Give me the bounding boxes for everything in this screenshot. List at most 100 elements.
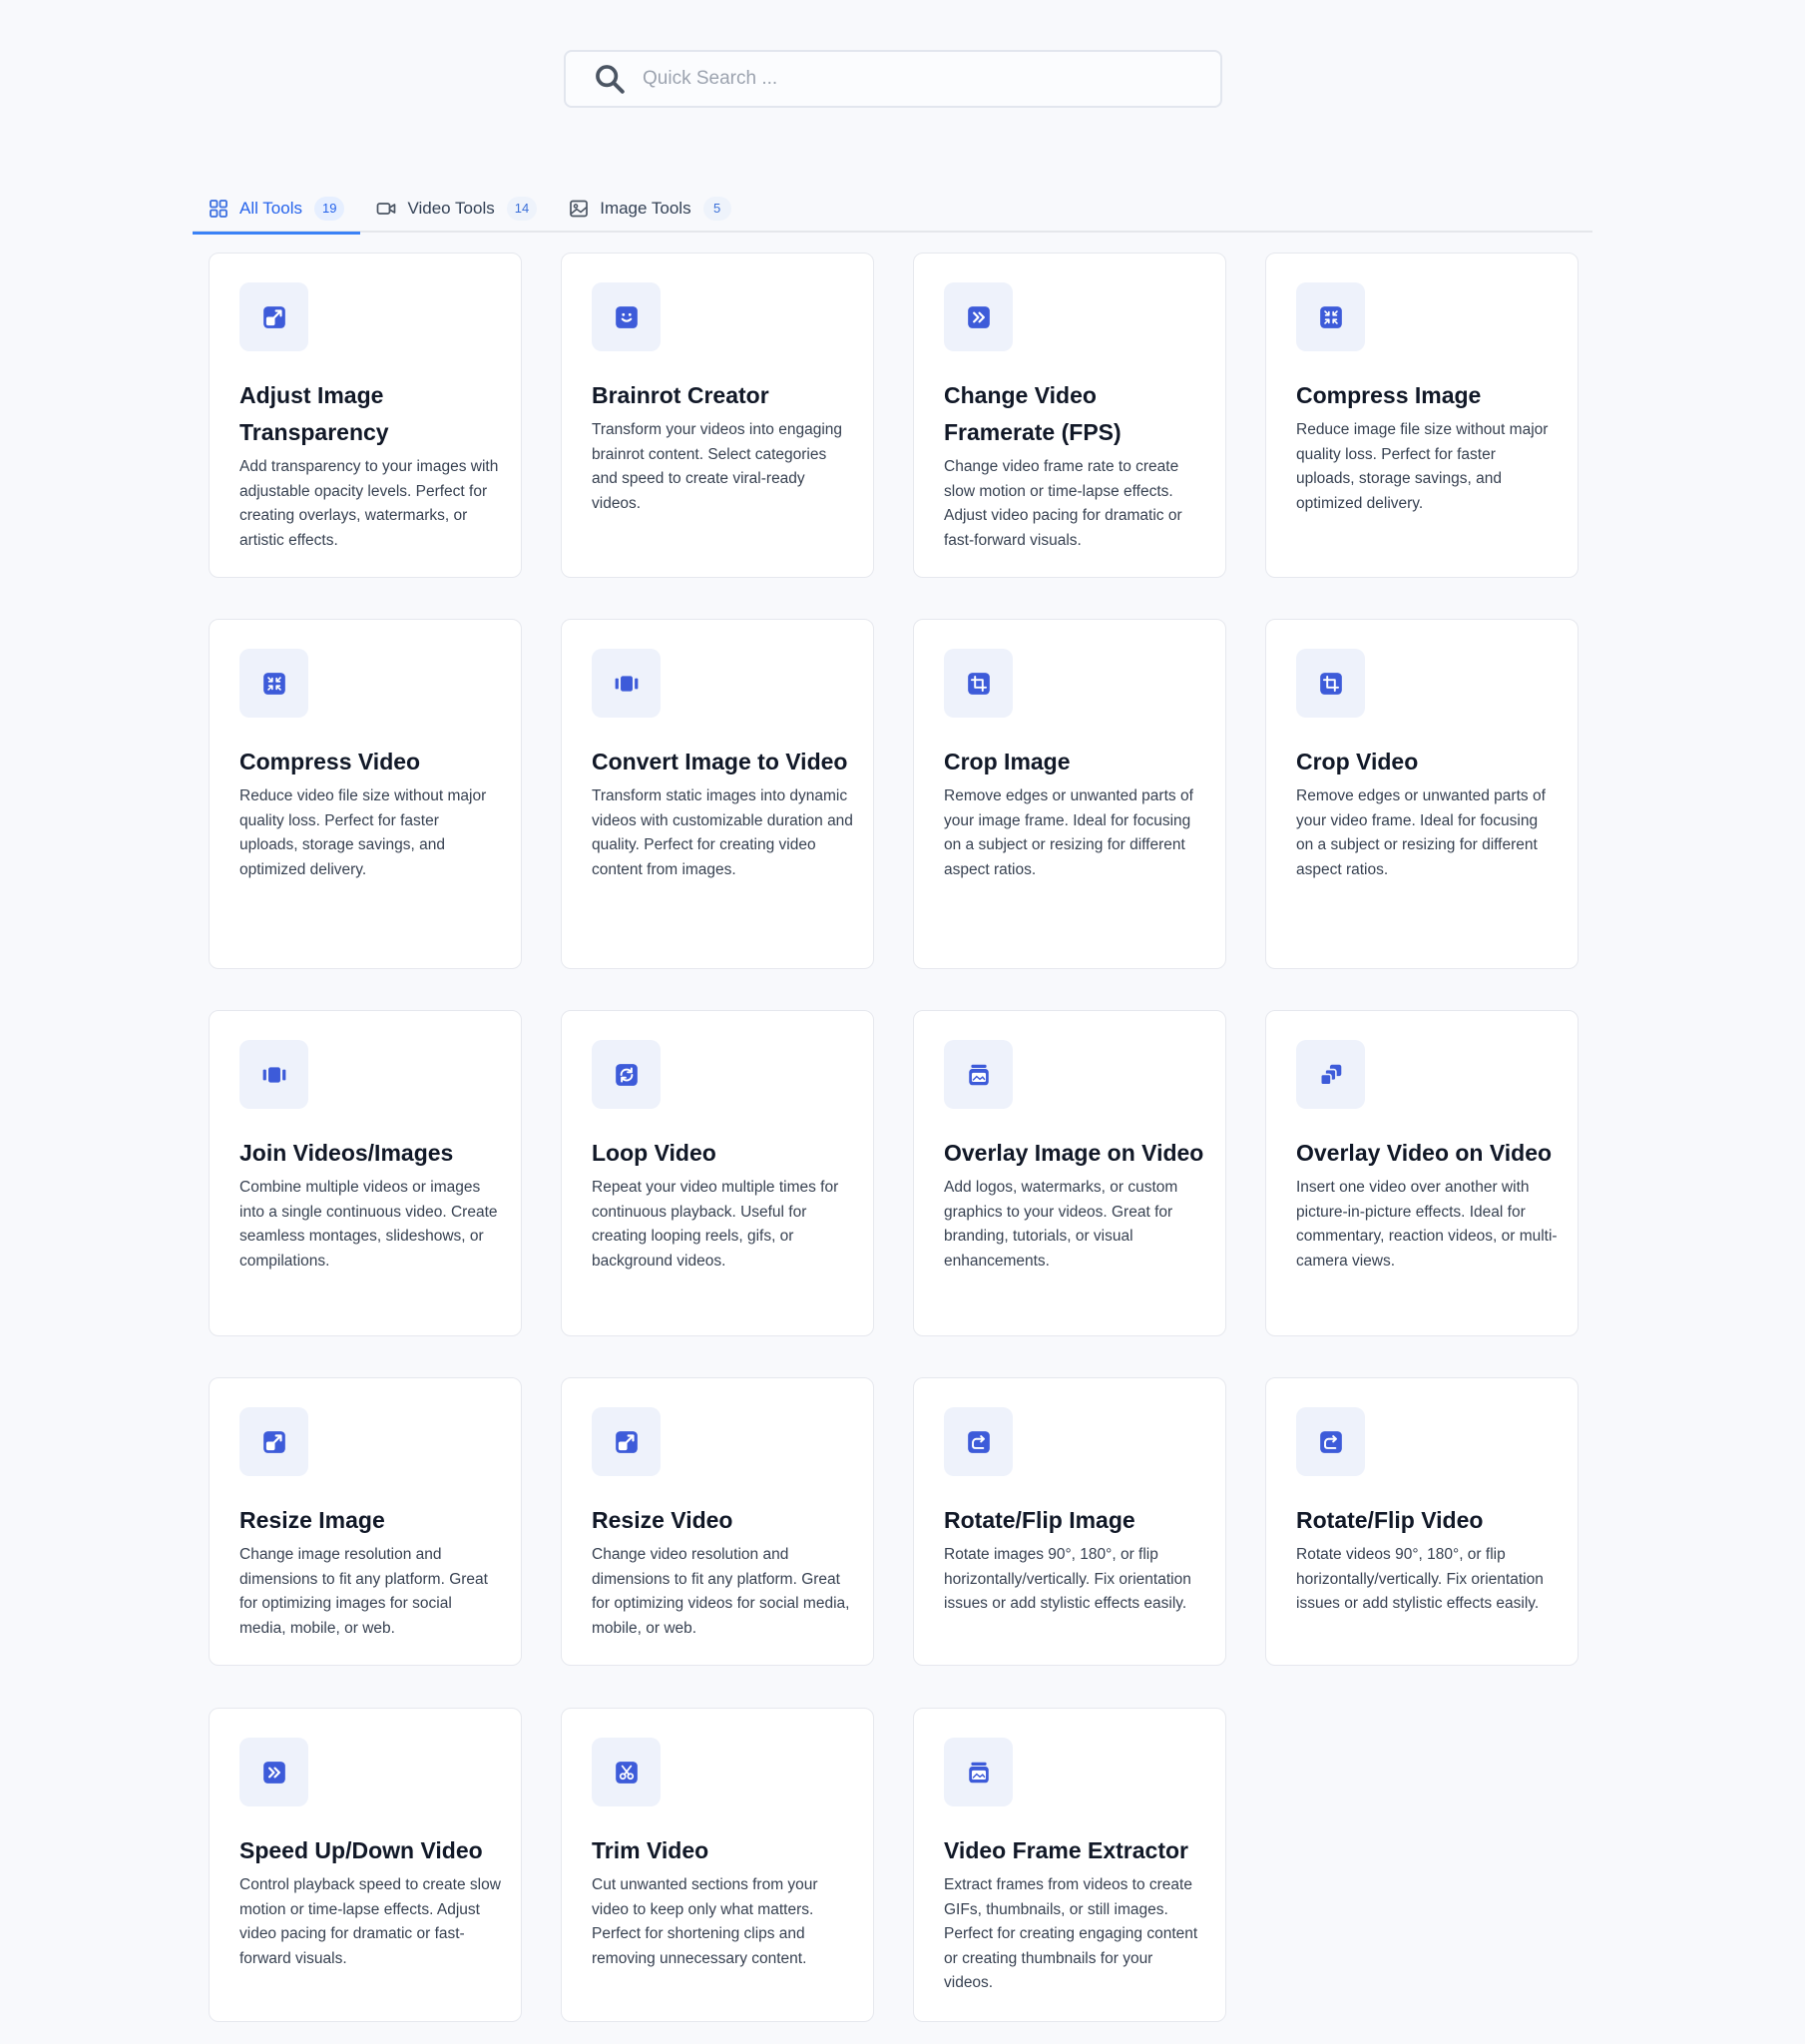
tool-card[interactable]: Crop Video Remove edges or unwanted part… xyxy=(1265,619,1579,969)
tool-title-block: Speed Up/Down Video Control playback spe… xyxy=(239,1832,509,1971)
tool-card[interactable]: Convert Image to Video Transform static … xyxy=(561,619,874,969)
tool-icon-box xyxy=(944,1407,1013,1476)
tool-title-block: Compress Video Reduce video file size wi… xyxy=(239,744,509,882)
tool-title: Brainrot Creator xyxy=(592,382,769,408)
tool-title-block: Trim Video Cut unwanted sections from yo… xyxy=(592,1832,861,1971)
tool-card[interactable]: Crop Image Remove edges or unwanted part… xyxy=(913,619,1226,969)
tool-card[interactable]: Trim Video Cut unwanted sections from yo… xyxy=(561,1708,874,2022)
grid-icon xyxy=(210,199,227,218)
tab-count-badge: 5 xyxy=(702,196,731,221)
tool-card[interactable]: Overlay Video on Video Insert one video … xyxy=(1265,1010,1579,1336)
tool-card[interactable]: Compress Video Reduce video file size wi… xyxy=(209,619,522,969)
tool-description: Change image resolution and dimensions t… xyxy=(239,1546,488,1637)
tool-description: Add logos, watermarks, or custom graphic… xyxy=(944,1179,1178,1270)
rotate-icon xyxy=(1319,1430,1342,1453)
tool-icon-box xyxy=(1296,649,1365,718)
tool-description: Extract frames from videos to create GIF… xyxy=(944,1876,1198,1991)
tool-card[interactable]: Resize Image Change image resolution and… xyxy=(209,1377,522,1666)
search-icon xyxy=(596,65,625,94)
fast-forward-icon xyxy=(967,305,990,328)
tool-card[interactable]: Rotate/Flip Video Rotate videos 90°, 180… xyxy=(1265,1377,1579,1666)
resize-arrow-icon xyxy=(262,1430,285,1453)
tool-icon-box xyxy=(592,1040,661,1109)
film-strip-icon xyxy=(615,675,638,692)
tool-title-block: Loop Video Repeat your video multiple ti… xyxy=(592,1135,861,1274)
tool-title: Crop Image xyxy=(944,749,1071,774)
crop-icon xyxy=(1319,672,1342,695)
tab-video-tools[interactable]: Video Tools 14 xyxy=(360,190,553,233)
tool-description: Change video resolution and dimensions t… xyxy=(592,1546,850,1637)
tool-icon-box xyxy=(1296,1040,1365,1109)
tool-card[interactable]: Brainrot Creator Transform your videos i… xyxy=(561,253,874,578)
tool-title-block: Rotate/Flip Video Rotate videos 90°, 180… xyxy=(1296,1502,1566,1617)
tool-title: Rotate/Flip Image xyxy=(944,1507,1135,1533)
tool-description: Cut unwanted sections from your video to… xyxy=(592,1876,818,1967)
loop-icon xyxy=(615,1063,638,1086)
tool-title-block: Convert Image to Video Transform static … xyxy=(592,744,861,882)
search-input[interactable] xyxy=(643,59,1201,99)
tool-card[interactable]: Compress Image Reduce image file size wi… xyxy=(1265,253,1579,578)
tool-category-tabs: All Tools 19 Video Tools 14 Image Tools … xyxy=(193,190,1592,235)
tool-icon-box xyxy=(592,1738,661,1806)
tool-icon-box xyxy=(1296,282,1365,351)
tool-title: Adjust Image Transparency xyxy=(239,382,389,445)
tab-image-tools[interactable]: Image Tools 5 xyxy=(553,190,746,233)
tool-title: Crop Video xyxy=(1296,749,1419,774)
rotate-icon xyxy=(967,1430,990,1453)
tool-icon-box xyxy=(239,649,308,718)
tool-description: Insert one video over another with pictu… xyxy=(1296,1179,1558,1270)
tool-icon-box xyxy=(592,1407,661,1476)
tab-label: All Tools xyxy=(239,198,302,218)
tool-title: Resize Video xyxy=(592,1507,733,1533)
tool-card[interactable]: Resize Video Change video resolution and… xyxy=(561,1377,874,1666)
tool-title-block: Crop Video Remove edges or unwanted part… xyxy=(1296,744,1566,882)
tool-card[interactable]: Speed Up/Down Video Control playback spe… xyxy=(209,1708,522,2022)
tool-title-block: Overlay Image on Video Add logos, waterm… xyxy=(944,1135,1213,1274)
tool-title-block: Join Videos/Images Combine multiple vide… xyxy=(239,1135,509,1274)
tool-title-block: Overlay Video on Video Insert one video … xyxy=(1296,1135,1566,1274)
tool-title: Trim Video xyxy=(592,1837,709,1863)
tool-description: Control playback speed to create slow mo… xyxy=(239,1876,501,1967)
tool-icon-box xyxy=(944,1040,1013,1109)
layers-icon xyxy=(968,1064,989,1085)
tool-icon-box xyxy=(239,1407,308,1476)
tool-description: Remove edges or unwanted parts of your v… xyxy=(1296,787,1546,878)
tool-description: Change video frame rate to create slow m… xyxy=(944,458,1182,549)
tool-title: Overlay Image on Video xyxy=(944,1140,1204,1166)
image-icon xyxy=(570,200,589,217)
tool-title-block: Video Frame Extractor Extract frames fro… xyxy=(944,1832,1213,1996)
tool-title-block: Compress Image Reduce image file size wi… xyxy=(1296,377,1566,516)
tool-icon-box xyxy=(944,1738,1013,1806)
tab-label: Video Tools xyxy=(407,198,495,218)
tool-description: Reduce image file size without major qua… xyxy=(1296,421,1549,512)
tool-icon-box xyxy=(592,649,661,718)
tool-card[interactable]: Adjust Image Transparency Add transparen… xyxy=(209,253,522,578)
tool-title: Overlay Video on Video xyxy=(1296,1140,1553,1166)
tool-title: Resize Image xyxy=(239,1507,385,1533)
tool-card[interactable]: Rotate/Flip Image Rotate images 90°, 180… xyxy=(913,1377,1226,1666)
tool-card[interactable]: Video Frame Extractor Extract frames fro… xyxy=(913,1708,1226,2022)
quick-search-box[interactable] xyxy=(564,50,1222,108)
tool-card[interactable]: Change Video Framerate (FPS) Change vide… xyxy=(913,253,1226,578)
tool-description: Combine multiple videos or images into a… xyxy=(239,1179,498,1270)
tool-title-block: Adjust Image Transparency Add transparen… xyxy=(239,377,509,553)
tool-description: Add transparency to your images with adj… xyxy=(239,458,499,549)
tool-title: Convert Image to Video xyxy=(592,749,848,774)
tool-title: Compress Video xyxy=(239,749,421,774)
film-strip-icon xyxy=(262,1066,285,1083)
layers-icon xyxy=(968,1762,989,1783)
tool-card[interactable]: Join Videos/Images Combine multiple vide… xyxy=(209,1010,522,1336)
tool-title: Video Frame Extractor xyxy=(944,1837,1189,1863)
resize-arrow-icon xyxy=(262,305,285,328)
tool-icon-box xyxy=(1296,1407,1365,1476)
tool-description: Remove edges or unwanted parts of your i… xyxy=(944,787,1193,878)
tool-card[interactable]: Loop Video Repeat your video multiple ti… xyxy=(561,1010,874,1336)
tool-title: Speed Up/Down Video xyxy=(239,1837,483,1863)
smile-icon xyxy=(615,305,638,328)
picture-in-picture-icon xyxy=(1319,1064,1341,1086)
tab-all-tools[interactable]: All Tools 19 xyxy=(193,190,361,235)
tool-card[interactable]: Overlay Image on Video Add logos, waterm… xyxy=(913,1010,1226,1336)
tool-description: Reduce video file size without major qua… xyxy=(239,787,487,878)
video-camera-icon xyxy=(377,202,396,215)
tool-icon-box xyxy=(239,1738,308,1806)
